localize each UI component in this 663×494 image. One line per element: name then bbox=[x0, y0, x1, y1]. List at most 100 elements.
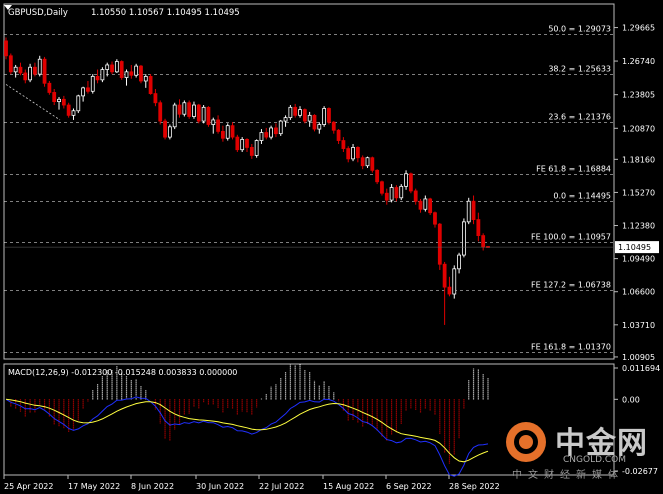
candle-body bbox=[235, 136, 240, 151]
price-tick-label: 1.09490 bbox=[622, 255, 655, 264]
candle-body bbox=[153, 93, 158, 104]
macd-signal-line bbox=[5, 398, 489, 463]
candle-body bbox=[259, 132, 264, 141]
candle-body bbox=[52, 92, 57, 103]
candle-body bbox=[90, 76, 95, 92]
fib-level-label: 0.0 = 1.14495 bbox=[553, 192, 611, 201]
candle-body bbox=[129, 71, 134, 76]
candle-body bbox=[163, 120, 167, 138]
candle-body bbox=[119, 61, 124, 78]
date-tick-label: 17 May 2022 bbox=[68, 482, 120, 491]
candle-body bbox=[461, 221, 466, 256]
watermark-name-en: CNGOLD.COM bbox=[563, 455, 627, 465]
candle-body bbox=[423, 198, 428, 210]
price-tick-label: 1.23805 bbox=[622, 91, 655, 100]
candle-body bbox=[452, 268, 457, 295]
candle-body bbox=[322, 108, 327, 125]
candle-body bbox=[466, 200, 471, 223]
candle-body bbox=[336, 129, 341, 141]
candle-body bbox=[18, 66, 23, 74]
candle-body bbox=[437, 223, 442, 265]
fib-level-label: 50.0 = 1.29073 bbox=[548, 25, 611, 34]
candle-body bbox=[105, 64, 110, 70]
candle-body bbox=[312, 114, 317, 130]
candle-body bbox=[283, 117, 288, 122]
candle-body bbox=[302, 109, 307, 122]
candle-body bbox=[177, 104, 182, 115]
fib-level-label: 38.2 = 1.25633 bbox=[548, 65, 611, 74]
date-tick-label: 15 Aug 2022 bbox=[323, 482, 374, 491]
price-tick-label: 1.26740 bbox=[622, 57, 655, 66]
candle-body bbox=[481, 235, 486, 248]
candle-body bbox=[42, 58, 47, 84]
candle-body bbox=[341, 140, 346, 149]
candle-body bbox=[230, 125, 235, 138]
date-tick-label: 30 Jun 2022 bbox=[196, 482, 244, 491]
candle-body bbox=[182, 102, 187, 115]
fib-level-label: FE 100.0 = 1.10957 bbox=[531, 233, 611, 242]
candle-body bbox=[211, 119, 216, 125]
candle-body bbox=[192, 104, 196, 117]
date-tick-label: 6 Sep 2022 bbox=[386, 482, 432, 491]
candle-body bbox=[23, 72, 28, 81]
candle-body bbox=[384, 192, 389, 201]
watermark-tagline: 中文财经新媒体 bbox=[512, 470, 624, 481]
candle-body bbox=[158, 102, 163, 122]
candle-body bbox=[33, 66, 37, 75]
candle-body bbox=[471, 200, 476, 220]
candle-body bbox=[61, 98, 66, 106]
candle-body bbox=[447, 286, 452, 295]
candle-body bbox=[86, 87, 90, 92]
candle-body bbox=[187, 102, 192, 117]
price-tick-label: 1.18160 bbox=[622, 155, 655, 164]
candle-body bbox=[206, 106, 211, 125]
candle-body bbox=[196, 104, 201, 122]
candle-body bbox=[370, 157, 375, 171]
price-tick-label: 1.12380 bbox=[622, 222, 655, 231]
candle-body bbox=[418, 200, 423, 210]
candle-body bbox=[249, 147, 254, 156]
candle-body bbox=[4, 40, 8, 57]
date-tick-label: 28 Sep 2022 bbox=[449, 482, 500, 491]
price-tick-label: 1.03710 bbox=[622, 321, 655, 330]
candle-body bbox=[428, 198, 433, 214]
candle-body bbox=[37, 58, 42, 75]
candle-body bbox=[216, 119, 220, 132]
candle-body bbox=[355, 147, 360, 159]
candle-body bbox=[100, 69, 105, 81]
candle-body bbox=[114, 61, 119, 73]
candle-body bbox=[124, 71, 129, 78]
candle-body bbox=[139, 65, 143, 82]
candle-body bbox=[148, 76, 153, 94]
price-tick-label: 1.06600 bbox=[622, 288, 655, 297]
candle-body bbox=[269, 127, 274, 138]
candle-body bbox=[47, 82, 52, 93]
candle-body bbox=[264, 132, 269, 138]
candle-body bbox=[278, 120, 283, 135]
candle-body bbox=[389, 187, 394, 201]
candle-body bbox=[399, 185, 404, 199]
date-tick-label: 25 Apr 2022 bbox=[4, 482, 53, 491]
candle-body bbox=[360, 157, 365, 167]
price-tick-label: 1.29665 bbox=[622, 24, 655, 33]
candle-body bbox=[307, 114, 312, 122]
candle-body bbox=[143, 76, 148, 82]
trend-line bbox=[5, 84, 61, 121]
candle-body bbox=[288, 106, 293, 119]
fib-level-label: FE 127.2 = 1.06738 bbox=[531, 281, 611, 290]
candle-body bbox=[245, 138, 249, 148]
main-plot-frame bbox=[3, 3, 615, 360]
candle-body bbox=[293, 106, 298, 116]
fib-level-label: 23.6 = 1.21376 bbox=[548, 113, 611, 122]
fib-level-label: FE 161.8 = 1.01370 bbox=[531, 343, 611, 352]
candle-body bbox=[220, 130, 225, 139]
candle-body bbox=[57, 98, 61, 103]
candle-body bbox=[172, 104, 177, 128]
cngold-logo-icon bbox=[506, 422, 546, 462]
candle-body bbox=[225, 125, 230, 139]
candle-body bbox=[298, 109, 302, 116]
candle-body bbox=[394, 187, 399, 199]
candle-body bbox=[167, 126, 172, 138]
candle-body bbox=[433, 212, 437, 225]
macd-tick-label: 0.00 bbox=[622, 395, 640, 404]
